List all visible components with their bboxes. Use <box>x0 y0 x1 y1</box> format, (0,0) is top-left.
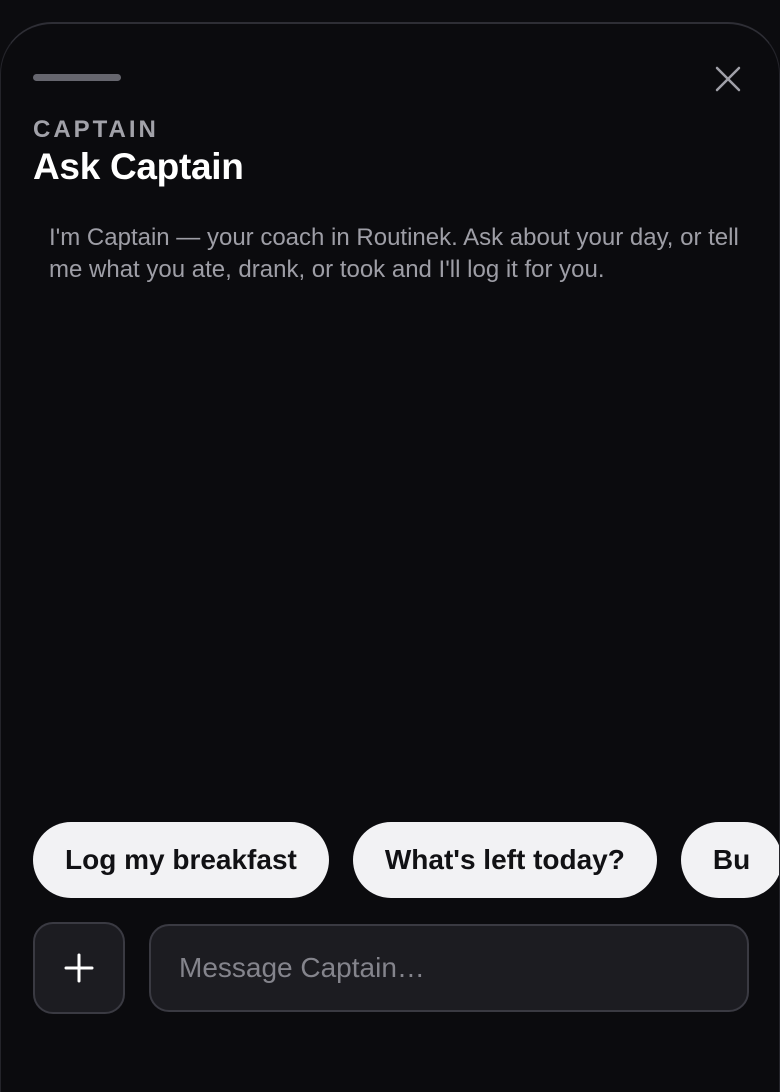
suggestion-chip-log-breakfast[interactable]: Log my breakfast <box>33 822 329 898</box>
plus-icon <box>64 953 94 983</box>
close-button[interactable] <box>707 58 749 100</box>
suggestion-chip-whats-left-today[interactable]: What's left today? <box>352 822 657 898</box>
page-title: Ask Captain <box>33 146 244 187</box>
add-attachment-button[interactable] <box>33 922 125 1014</box>
suggestion-chip-truncated[interactable]: Bu <box>680 822 779 898</box>
message-composer <box>33 922 749 1014</box>
sheet-grabber-handle[interactable] <box>33 74 121 81</box>
assistant-intro-message: I'm Captain — your coach in Routinek. As… <box>49 224 739 283</box>
assistant-eyebrow: CAPTAIN <box>33 116 159 143</box>
captain-chat-sheet: CAPTAIN Ask Captain I'm Captain — your c… <box>0 22 780 1092</box>
close-icon <box>715 66 741 92</box>
suggestion-chips: Log my breakfast What's left today? Bu <box>33 822 779 898</box>
message-input[interactable] <box>149 924 749 1012</box>
